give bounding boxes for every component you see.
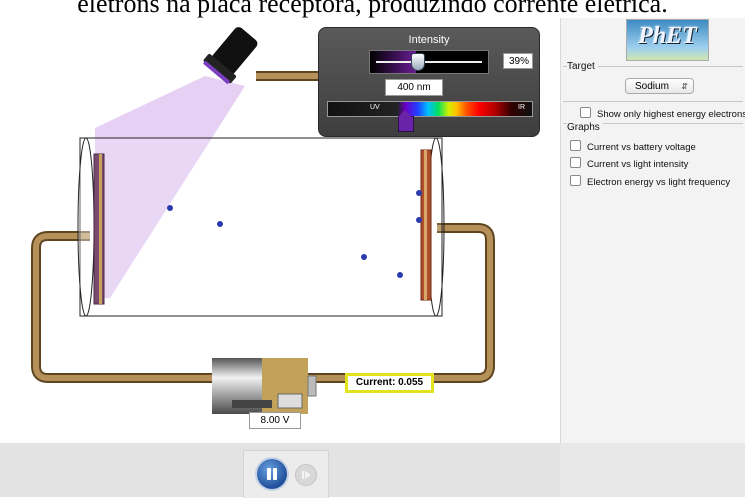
wavelength-field[interactable]: 400 nm — [385, 79, 443, 96]
show-highest-energy-label: Show only highest energy electrons — [597, 109, 745, 120]
graph-option-label: Current vs light intensity — [587, 159, 689, 170]
graphs-section-title: Graphs — [567, 122, 603, 133]
battery-voltage-field[interactable]: 8.00 V — [249, 412, 301, 429]
electron — [397, 272, 403, 278]
intensity-control: Intensity 39% 400 nm UV IR — [318, 27, 540, 137]
checkbox-icon — [580, 107, 591, 118]
intensity-title: Intensity — [408, 34, 450, 46]
intensity-slider-track — [376, 61, 482, 63]
show-highest-energy-checkbox[interactable]: Show only highest energy electrons — [580, 107, 745, 120]
graph-option-label: Current vs battery voltage — [587, 142, 696, 153]
checkbox-icon — [570, 175, 581, 186]
target-select[interactable]: Sodium ⇵ — [625, 78, 694, 94]
electron — [416, 190, 422, 196]
electron — [361, 254, 367, 260]
simulation-canvas: Intensity 39% 400 nm UV IR Current: 0.05… — [0, 18, 557, 443]
ammeter-readout: Current: 0.055 — [345, 373, 434, 393]
phet-logo[interactable]: PhET — [626, 19, 709, 61]
vacuum-tube — [79, 137, 443, 317]
wavelength-spectrum-slider[interactable]: UV IR — [327, 101, 533, 117]
electron — [167, 205, 173, 211]
electron — [217, 221, 223, 227]
ir-label: IR — [518, 104, 525, 111]
battery-icon — [212, 358, 317, 414]
ammeter-value: 0.055 — [398, 377, 424, 388]
caption-text: elétrons na placa receptora, produzindo … — [77, 0, 668, 18]
graph-option-current-voltage[interactable]: Current vs battery voltage — [570, 140, 696, 153]
uv-label: UV — [370, 104, 380, 111]
electron — [416, 217, 422, 223]
intensity-slider-thumb[interactable] — [411, 53, 426, 71]
checkbox-icon — [570, 157, 581, 168]
pause-button[interactable] — [257, 459, 287, 489]
intensity-percent-field[interactable]: 39% — [503, 53, 533, 69]
graph-option-current-intensity[interactable]: Current vs light intensity — [570, 157, 688, 170]
ammeter-label: Current: — [355, 377, 396, 388]
step-button[interactable] — [295, 464, 317, 486]
target-section-title: Target — [567, 61, 598, 72]
chevron-updown-icon: ⇵ — [681, 82, 688, 91]
target-section-bottom — [563, 101, 743, 102]
checkbox-icon — [570, 140, 581, 151]
lamp-icon — [203, 27, 258, 85]
graph-option-label: Electron energy vs light frequency — [587, 177, 731, 188]
playback-controls — [243, 450, 329, 498]
bottom-bar-right — [560, 443, 745, 497]
intensity-slider[interactable] — [369, 50, 489, 74]
target-select-value: Sodium — [635, 81, 669, 92]
wavelength-slider-thumb[interactable] — [397, 110, 414, 132]
graph-option-energy-frequency[interactable]: Electron energy vs light frequency — [570, 175, 730, 188]
